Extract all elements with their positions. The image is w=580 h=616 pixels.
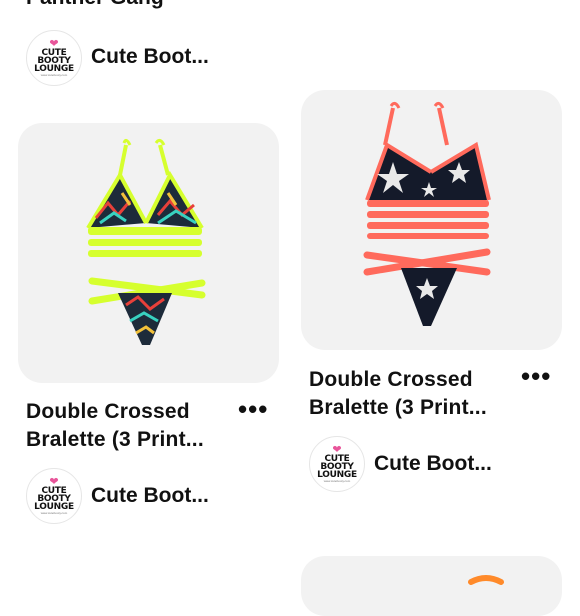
avatar-text-line: LOUNGE — [317, 470, 357, 480]
partial-pin-title[interactable]: Panther Gang — [26, 0, 164, 10]
brand-name[interactable]: Cute Boot... — [91, 45, 209, 69]
more-options-icon[interactable]: ••• — [521, 363, 551, 389]
next-pin-image — [468, 575, 504, 585]
brand-avatar[interactable]: ❤ CUTE BOOTY LOUNGE www.cutebooty.com — [26, 30, 82, 86]
avatar-url: www.cutebooty.com — [40, 511, 68, 515]
brand-avatar[interactable]: ❤ CUTE BOOTY LOUNGE www.cutebooty.com — [26, 468, 82, 524]
pin-title-line: Double Crossed — [26, 400, 190, 423]
pin-title-line: Double Crossed — [309, 368, 473, 391]
brand-name[interactable]: Cute Boot... — [91, 484, 209, 508]
pin-title-line: Bralette (3 Print... — [309, 396, 487, 419]
pin-title-right[interactable]: Double Crossed Bralette (3 Print... — [309, 366, 487, 422]
pin-image-next[interactable] — [301, 556, 562, 616]
brand-name[interactable]: Cute Boot... — [374, 452, 492, 476]
avatar-url: www.cutebooty.com — [323, 479, 351, 483]
pin-title-line: Bralette (3 Print... — [26, 428, 204, 451]
avatar-url: www.cutebooty.com — [40, 73, 68, 77]
pin-image-right[interactable] — [301, 90, 562, 350]
pin-image-left[interactable] — [18, 123, 279, 383]
avatar-text-line: LOUNGE — [34, 64, 74, 74]
avatar-text-line: LOUNGE — [34, 502, 74, 512]
bralette-yellow-image — [86, 138, 206, 345]
more-options-icon[interactable]: ••• — [238, 396, 268, 422]
pin-title-left[interactable]: Double Crossed Bralette (3 Print... — [26, 398, 204, 454]
bralette-coral-image — [363, 101, 491, 326]
brand-avatar[interactable]: ❤ CUTE BOOTY LOUNGE www.cutebooty.com — [309, 436, 365, 492]
